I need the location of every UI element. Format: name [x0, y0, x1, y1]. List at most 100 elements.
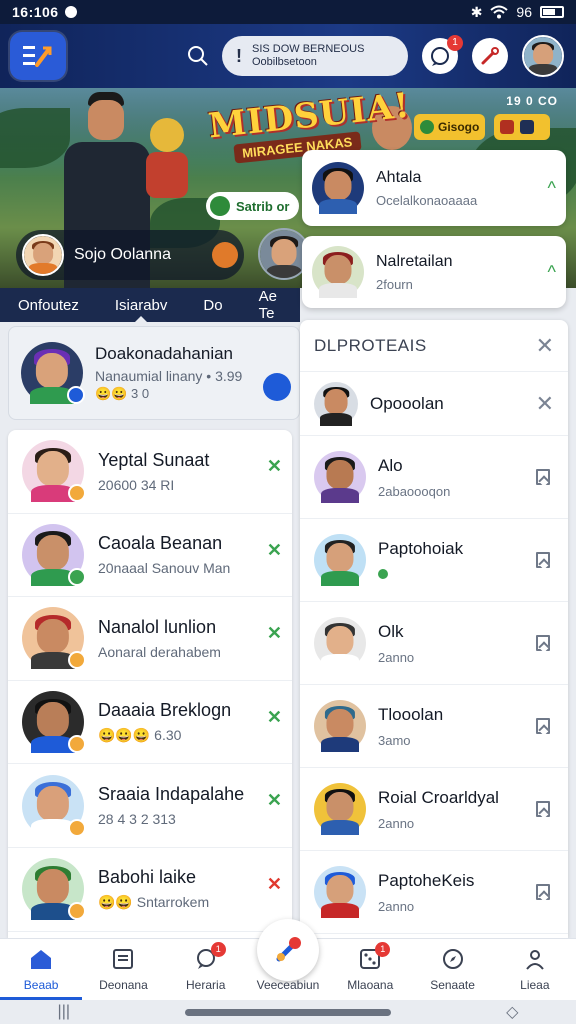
- chevron-up-icon[interactable]: ^: [548, 262, 556, 283]
- dismiss-icon[interactable]: ✕: [267, 623, 282, 644]
- nav-item-6[interactable]: Lieaa: [494, 939, 576, 1000]
- remove-icon[interactable]: ✕: [536, 391, 554, 417]
- panel-item[interactable]: Roial Croarldyal 2anno: [300, 768, 568, 851]
- panel-item-subtitle: 2anno: [378, 898, 415, 914]
- status-badge: [68, 735, 86, 754]
- list-item-text: Caoala Beanan 20naaal Sanouv Man: [98, 533, 280, 576]
- bookmark-icon[interactable]: [536, 552, 550, 568]
- avatar: [314, 451, 366, 503]
- notification-card[interactable]: Nalretailan 2fourn ^: [302, 236, 566, 308]
- app-header: ! SIS DOW BERNEOUS Oobilbsetoon 1: [0, 24, 576, 88]
- bookmark-icon[interactable]: [536, 884, 550, 900]
- panel-item[interactable]: PaptoheKeis 2anno: [300, 851, 568, 934]
- banner-chip-2[interactable]: [494, 114, 550, 140]
- close-icon[interactable]: ✕: [536, 333, 554, 359]
- dismiss-icon[interactable]: ✕: [267, 540, 282, 561]
- panel-item[interactable]: Olk 2anno: [300, 602, 568, 685]
- tab-2[interactable]: Do: [185, 288, 240, 322]
- panel-item[interactable]: Alo 2abaoooqon: [300, 436, 568, 519]
- gift-icon: [520, 120, 534, 134]
- banner-chip[interactable]: Gisogo: [414, 114, 486, 140]
- panel-item-name: Roial Croarldyal: [378, 787, 499, 807]
- list-item[interactable]: Babohi laike 😀😀 Sntarrokem ✕: [8, 848, 292, 932]
- list-item[interactable]: Yeptal Sunaat 20600 34 RI ✕: [8, 430, 292, 514]
- bookmark-icon[interactable]: [536, 801, 550, 817]
- avatar: [22, 523, 86, 586]
- nav-label: Veeceabiun: [256, 978, 320, 992]
- search-field[interactable]: ! SIS DOW BERNEOUS Oobilbsetoon: [222, 36, 408, 76]
- panel-item[interactable]: Opooolan ✕: [300, 372, 568, 436]
- avatar: [22, 440, 86, 503]
- home-gesture-bar[interactable]: [185, 1008, 392, 1016]
- back-icon[interactable]: ◇: [506, 1002, 518, 1022]
- recents-icon[interactable]: |||: [58, 1003, 70, 1021]
- list-item-name: Sraaia Indapalahe: [98, 784, 245, 805]
- document-icon: [109, 946, 137, 972]
- user-icon: [521, 946, 549, 972]
- avatar-face: [36, 702, 70, 737]
- panel-item-name: Alo: [378, 455, 403, 475]
- dismiss-icon[interactable]: ✕: [267, 456, 282, 477]
- list-item-name: Babohi laike: [98, 867, 197, 888]
- list-item[interactable]: Caoala Beanan 20naaal Sanouv Man ✕: [8, 514, 292, 598]
- chevron-up-icon[interactable]: ^: [548, 178, 556, 199]
- app-logo[interactable]: [10, 32, 66, 80]
- tools-button[interactable]: [472, 38, 508, 74]
- panel-item-text: PaptoheKeis 2anno: [378, 871, 554, 914]
- banner-user-chip[interactable]: Sojo Oolanna: [16, 230, 244, 280]
- banner-cta-button[interactable]: Satrib or: [206, 192, 300, 220]
- profile-avatar[interactable]: [522, 35, 564, 77]
- messages-button[interactable]: 1: [422, 35, 463, 74]
- dismiss-icon[interactable]: ✕: [267, 874, 282, 895]
- wifi-icon: [490, 5, 509, 19]
- tab-1[interactable]: Isiarabv: [97, 288, 186, 322]
- nav-item-2[interactable]: 1 Heraria: [165, 939, 247, 1000]
- chat-icon: 1: [192, 942, 226, 972]
- avatar-shirt: [321, 571, 359, 586]
- featured-card[interactable]: Doakonadahanian Nanaumial linany • 3.99 …: [8, 326, 300, 420]
- list-item[interactable]: Daaaia Breklogn 😀😀😀 6.30 ✕: [8, 681, 292, 765]
- system-nav: ||| ◇: [0, 1000, 576, 1024]
- status-badge: [68, 484, 86, 503]
- list-item-subtitle: Aonaral derahabem: [98, 643, 221, 660]
- avatar: [314, 617, 366, 669]
- featured-title: Doakonadahanian: [95, 344, 234, 363]
- bookmark-icon[interactable]: [536, 635, 550, 651]
- nav-item-5[interactable]: Senaate: [411, 939, 493, 1000]
- category-tabs: Onfoutez Isiarabv Do Ae Te: [0, 288, 300, 322]
- bookmark-icon[interactable]: [536, 469, 550, 485]
- battery-percent: 96: [516, 4, 532, 20]
- tab-3[interactable]: Ae Te: [241, 288, 300, 322]
- search-icon[interactable]: [178, 36, 218, 76]
- tab-0[interactable]: Onfoutez: [0, 288, 97, 322]
- avatar-shirt: [321, 820, 359, 835]
- notification-subtitle: 2fourn: [376, 276, 413, 292]
- panel-item[interactable]: Paptohoiak: [300, 519, 568, 602]
- logo-icon: [23, 46, 52, 67]
- nav-badge: 1: [210, 942, 226, 957]
- contacts-list: Yeptal Sunaat 20600 34 RI ✕ Caoala Beanan 20…: [8, 430, 292, 938]
- list-item-text: Nanalol lunlion Aonaral derahabem: [98, 617, 280, 660]
- dismiss-icon[interactable]: ✕: [267, 707, 282, 728]
- panel-item-name: Tlooolan: [378, 704, 444, 724]
- nav-label: Mlaoana: [347, 978, 394, 992]
- nav-item-0[interactable]: Beaab: [0, 939, 83, 1000]
- bottom-nav: Beaab Deonana 1 Heraria Veeceabiun 1 Mlaoana Se…: [0, 919, 576, 1000]
- nav-item-1[interactable]: Deonana: [82, 939, 164, 1000]
- dice-icon: 1: [356, 942, 391, 972]
- list-item[interactable]: Sraaia Indapalahe 28 4 3 2 313 ✕: [8, 764, 292, 848]
- nav-item-4[interactable]: 1 Mlaoana: [329, 939, 411, 1000]
- bookmark-icon[interactable]: [536, 718, 550, 734]
- list-item-name: Yeptal Sunaat: [98, 449, 210, 470]
- search-text: SIS DOW BERNEOUS Oobilbsetoon: [252, 43, 365, 68]
- list-item[interactable]: Nanalol lunlion Aonaral derahabem ✕: [8, 597, 292, 681]
- online-dot-icon: [378, 568, 388, 579]
- banner-mascot: [146, 118, 188, 198]
- nav-item-3[interactable]: Veeceabiun: [247, 939, 329, 1000]
- home-icon: [27, 946, 55, 972]
- panel-item[interactable]: Tlooolan 3amo: [300, 685, 568, 768]
- avatar: [22, 858, 86, 921]
- share-icon[interactable]: [263, 373, 291, 401]
- notification-card[interactable]: Ahtala Ocelalkonaoaaaa ^: [302, 150, 566, 226]
- dismiss-icon[interactable]: ✕: [267, 790, 282, 811]
